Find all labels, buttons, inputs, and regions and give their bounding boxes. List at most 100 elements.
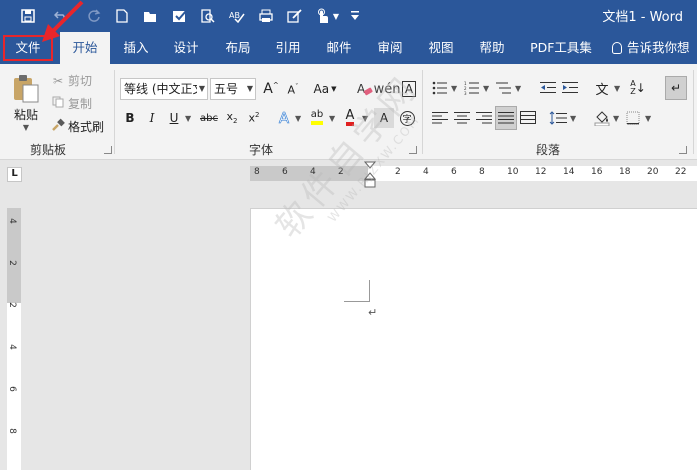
tab-view[interactable]: 视图 <box>421 32 461 64</box>
change-case-button[interactable]: Aa ▼ <box>311 79 339 99</box>
brush-icon <box>50 118 66 135</box>
tab-help[interactable]: 帮助 <box>472 32 512 64</box>
ruler-tick: 2 <box>395 167 401 177</box>
print-preview-icon[interactable] <box>197 6 219 26</box>
document-title: 文档1 - Word <box>602 10 683 25</box>
italic-button[interactable]: I <box>142 108 162 128</box>
increase-indent-icon <box>562 82 578 93</box>
format-painter-button[interactable]: 格式刷 <box>50 118 104 135</box>
chinese-layout-button[interactable]: 文 <box>592 78 612 98</box>
lightbulb-icon <box>612 42 622 54</box>
pilcrow-icon: ↵ <box>670 81 682 95</box>
edit-icon[interactable] <box>284 6 306 26</box>
tab-references[interactable]: 引用 <box>268 32 308 64</box>
touch-dropdown-icon[interactable]: ▼ <box>330 6 342 26</box>
justify-icon <box>498 112 514 124</box>
borders-button[interactable] <box>623 108 643 128</box>
paragraph-mark[interactable]: ↵ <box>368 306 377 319</box>
title-bar: AB ▼ 文档1 - Word <box>0 0 697 32</box>
shrink-font-icon: Aˇ <box>287 83 299 97</box>
paste-button[interactable]: 粘贴 ▼ <box>10 74 42 132</box>
ruler-tick: 18 <box>619 167 631 177</box>
numbering-button[interactable]: 123 <box>462 78 482 98</box>
font-launcher-icon[interactable] <box>409 146 417 154</box>
highlight-icon: ab <box>310 109 324 125</box>
align-center-button[interactable] <box>452 108 472 128</box>
check-icon[interactable] <box>169 6 191 26</box>
ruler-tick: 12 <box>535 167 547 177</box>
tell-me-box[interactable]: 告诉我你想 <box>612 32 697 64</box>
show-marks-button[interactable]: ↵ <box>665 76 687 100</box>
shading-dropdown-icon[interactable]: ▼ <box>613 114 619 123</box>
bullets-dropdown-icon[interactable]: ▼ <box>451 84 457 93</box>
open-icon[interactable] <box>140 6 162 26</box>
group-divider <box>693 70 694 154</box>
grow-font-button[interactable]: A^ <box>261 79 281 99</box>
paragraph-launcher-icon[interactable] <box>679 146 687 154</box>
spell-icon[interactable]: AB <box>226 6 248 26</box>
highlight-dropdown-icon[interactable]: ▼ <box>329 114 335 123</box>
bullets-button[interactable] <box>430 78 450 98</box>
tab-mailings[interactable]: 邮件 <box>319 32 359 64</box>
superscript-button[interactable]: x2 <box>244 108 264 128</box>
line-spacing-button[interactable] <box>548 108 568 128</box>
ruler-tick: 8 <box>479 167 485 177</box>
group-divider <box>114 70 115 154</box>
line-spacing-icon <box>549 111 567 125</box>
font-name-select[interactable]: 等线 (中文正文 ▼ <box>120 78 208 100</box>
ribbon-tabs: 文件 开始 插入 设计 布局 引用 邮件 审阅 视图 帮助 PDF工具集 告诉我… <box>0 32 697 64</box>
sort-button[interactable]: A Z ↓ <box>628 78 648 98</box>
cut-button[interactable]: ✂ 剪切 <box>50 72 92 89</box>
shrink-font-button[interactable]: Aˇ <box>283 80 303 100</box>
font-name-value: 等线 (中文正文 <box>124 82 205 96</box>
line-spacing-dropdown-icon[interactable]: ▼ <box>570 114 576 123</box>
subscript-button[interactable]: x2 <box>222 108 242 128</box>
vertical-ruler[interactable]: 4 2 2 4 6 8 <box>7 208 21 470</box>
numbering-dropdown-icon[interactable]: ▼ <box>483 84 489 93</box>
text-effects-button[interactable]: A <box>274 108 294 128</box>
chinese-layout-icon: 文 <box>595 82 609 98</box>
tab-review[interactable]: 审阅 <box>370 32 410 64</box>
save-icon[interactable] <box>17 6 39 26</box>
tab-insert[interactable]: 插入 <box>116 32 156 64</box>
copy-label: 复制 <box>68 97 93 111</box>
copy-button[interactable]: 复制 <box>50 95 92 112</box>
multilevel-list-button[interactable] <box>494 78 514 98</box>
print-icon[interactable] <box>255 6 277 26</box>
tab-design[interactable]: 设计 <box>166 32 206 64</box>
font-size-select[interactable]: 五号 ▼ <box>210 78 256 100</box>
text-effects-dropdown-icon[interactable]: ▼ <box>295 114 301 123</box>
borders-dropdown-icon[interactable]: ▼ <box>645 114 651 123</box>
align-left-button[interactable] <box>430 108 450 128</box>
ruler-tick: 22 <box>675 167 687 177</box>
multilevel-list-icon <box>496 82 511 94</box>
underline-button[interactable]: U <box>164 108 184 128</box>
underline-dropdown-icon[interactable]: ▼ <box>185 114 191 123</box>
paste-icon <box>14 75 39 103</box>
tab-selector[interactable]: L <box>7 167 22 182</box>
highlight-button[interactable]: ab <box>307 107 327 127</box>
decrease-indent-button[interactable] <box>538 78 558 98</box>
new-doc-icon[interactable] <box>111 6 133 26</box>
chinese-layout-dropdown-icon[interactable]: ▼ <box>614 84 620 93</box>
distributed-icon <box>520 111 536 124</box>
multilevel-dropdown-icon[interactable]: ▼ <box>515 84 521 93</box>
align-right-button[interactable] <box>474 108 494 128</box>
customize-icon[interactable] <box>348 6 362 26</box>
align-right-icon <box>476 112 492 124</box>
justify-button[interactable] <box>495 106 517 130</box>
tab-pdf-tools[interactable]: PDF工具集 <box>524 32 598 64</box>
paste-label: 粘贴 <box>13 108 38 122</box>
annotation-arrow-icon <box>42 0 84 42</box>
tab-layout[interactable]: 布局 <box>218 32 258 64</box>
format-painter-label: 格式刷 <box>68 120 105 134</box>
clipboard-launcher-icon[interactable] <box>104 146 112 154</box>
distributed-button[interactable] <box>518 108 538 128</box>
numbering-icon: 123 <box>464 81 479 95</box>
superscript-icon: x2 <box>248 111 260 125</box>
bold-button[interactable]: B <box>120 108 140 128</box>
increase-indent-button[interactable] <box>560 78 580 98</box>
shading-button[interactable] <box>592 108 612 128</box>
strikethrough-button[interactable]: abc <box>197 108 221 128</box>
ruler-tick: 10 <box>507 167 519 177</box>
